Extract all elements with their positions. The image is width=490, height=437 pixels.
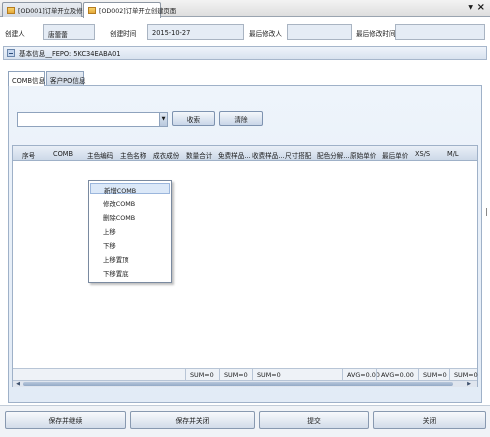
summary-cell: AVG=0.00 (342, 369, 380, 381)
column-header[interactable]: 最后单价 (382, 150, 408, 160)
column-header[interactable]: 数量合计 (186, 150, 212, 160)
filter-combo[interactable]: ▼ (17, 112, 168, 127)
section-title: 基本信息__FEPO: 5KC34EABA01 (19, 50, 121, 58)
footer-bar: 保存并继续 保存并关闭 提交 关闭 (0, 405, 490, 437)
column-header[interactable]: M/L (447, 150, 459, 158)
collapse-icon[interactable] (7, 49, 15, 57)
close-button[interactable]: 关闭 (373, 411, 486, 429)
horizontal-scrollbar[interactable]: ◀ ▶ (13, 380, 477, 387)
basic-info-section-header[interactable]: 基本信息__FEPO: 5KC34EABA01 (3, 46, 487, 60)
column-header[interactable]: COMB (53, 150, 73, 158)
form-icon (88, 7, 96, 14)
created-time-label: 创建时间 (110, 30, 137, 38)
creator-label: 创建人 (5, 30, 25, 38)
window-tab-label: [OD002]订单开立创建页面 (99, 8, 177, 15)
column-header[interactable]: 主色编码 (87, 150, 113, 160)
window-tab-label: [OD001]订单开立及修改 (18, 7, 89, 15)
column-header[interactable]: 免费样品... (218, 150, 251, 160)
scrollbar-thumb[interactable] (23, 382, 453, 386)
column-header[interactable]: 主色名称 (120, 150, 146, 160)
summary-cell: AVG=0.00 (376, 369, 414, 381)
grid-summary-row: SUM=0 SUM=0 SUM=0 AVG=0.00 AVG=0.00 SUM=… (13, 368, 478, 381)
menu-item-move-up[interactable]: 上移 (90, 225, 170, 236)
menu-item-move-top[interactable]: 上移置顶 (90, 253, 170, 264)
menu-item-delete-comb[interactable]: 删除COMB (90, 211, 170, 222)
save-and-close-button[interactable]: 保存并关闭 (130, 411, 255, 429)
menu-item-edit-comb[interactable]: 修改COMB (90, 197, 170, 208)
form-icon (7, 6, 15, 14)
column-header[interactable]: XS/S (415, 150, 430, 158)
submit-button[interactable]: 提交 (259, 411, 369, 429)
tab-comb-info[interactable]: COMB信息 (8, 71, 45, 86)
created-time-field: 2015-10-27 (147, 24, 244, 40)
window-tab-order-create[interactable]: [OD002]订单开立创建页面 (83, 2, 176, 18)
window-tab-bar: [OD001]订单开立及修改 [OD002]订单开立创建页面 ▼ × (0, 0, 490, 18)
column-header[interactable]: 原始单价 (350, 150, 376, 160)
column-header[interactable]: 配色分解... (317, 150, 350, 160)
menu-item-move-bottom[interactable]: 下移置底 (90, 267, 170, 278)
clear-button[interactable]: 清除 (219, 111, 263, 126)
grid-header: 序号 COMB 主色编码 主色名称 成衣成份 数量合计 免费样品... 收费样品… (13, 146, 477, 161)
menu-item-add-comb[interactable]: 新增COMB (90, 183, 170, 195)
summary-cell: SUM=0 (219, 369, 248, 381)
scroll-right-icon[interactable]: ▶ (465, 381, 473, 387)
splitter-handle[interactable] (486, 208, 489, 216)
tab-customer-po-info[interactable]: 客户PO信息 (46, 71, 86, 85)
window-tab-order-edit[interactable]: [OD001]订单开立及修改 (2, 2, 89, 17)
scroll-left-icon[interactable]: ◀ (14, 381, 22, 387)
chevron-down-icon[interactable]: ▼ (159, 113, 167, 126)
column-header[interactable]: 成衣成份 (153, 150, 179, 160)
creator-field: 唐蕾蕾 (43, 24, 95, 40)
search-button[interactable]: 收索 (172, 111, 215, 126)
summary-cell: SUM=0 (252, 369, 281, 381)
summary-cell: SUM=0 (185, 369, 214, 381)
last-modified-time-field (395, 24, 485, 40)
context-menu: 新增COMB 修改COMB 删除COMB 上移 下移 上移置顶 下移置底 (88, 180, 172, 283)
close-window-icon[interactable]: × (477, 1, 485, 15)
save-and-continue-button[interactable]: 保存并继续 (5, 411, 126, 429)
summary-cell: SUM=0 (449, 369, 478, 381)
last-modifier-label: 最后修改人 (249, 30, 282, 38)
tab-list-dropdown-icon[interactable]: ▼ (468, 4, 473, 11)
column-header[interactable]: 序号 (22, 150, 35, 160)
comb-grid: 序号 COMB 主色编码 主色名称 成衣成份 数量合计 免费样品... 收费样品… (12, 145, 478, 387)
summary-cell: SUM=0 (418, 369, 447, 381)
record-info-row: 创建人 唐蕾蕾 创建时间 2015-10-27 最后修改人 最后修改时间 (0, 22, 490, 42)
last-modified-time-label: 最后修改时间 (356, 30, 396, 38)
last-modifier-field (287, 24, 352, 40)
menu-item-move-down[interactable]: 下移 (90, 239, 170, 250)
column-header[interactable]: 收费样品... (252, 150, 285, 160)
column-header[interactable]: 尺寸搭配 (285, 150, 311, 160)
